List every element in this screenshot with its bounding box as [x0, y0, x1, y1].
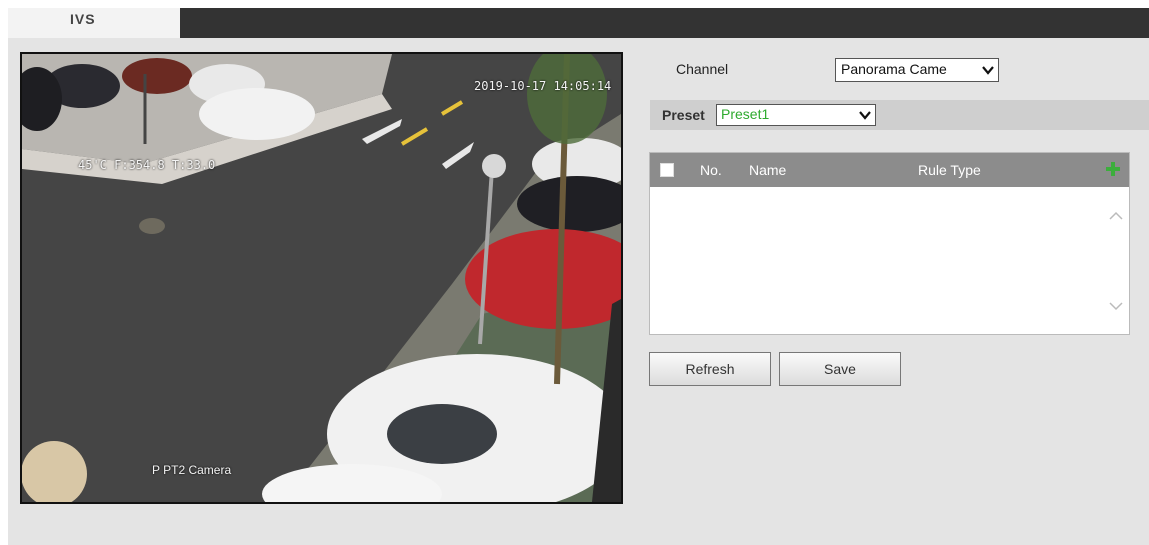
preset-select[interactable]: Preset1	[716, 104, 876, 126]
tab-bar: IVS	[8, 8, 1149, 38]
channel-value: Panorama Came	[841, 61, 947, 77]
column-rule-type: Rule Type	[918, 162, 981, 178]
channel-label: Channel	[676, 61, 729, 77]
chevron-down-icon	[982, 66, 994, 75]
add-icon[interactable]	[1105, 161, 1121, 177]
scroll-up-icon[interactable]	[1109, 211, 1123, 221]
rule-table: No. Name Rule Type	[649, 152, 1130, 335]
chevron-down-icon	[859, 111, 871, 120]
video-frame	[22, 54, 621, 502]
video-camera-name: P PT2 Camera	[152, 463, 232, 477]
scroll-down-icon[interactable]	[1109, 301, 1123, 311]
rule-table-header: No. Name Rule Type	[650, 153, 1129, 187]
video-preview[interactable]: 2019-10-17 14:05:14 45'C F:354.8 T:33.0 …	[20, 52, 623, 504]
video-ptz-readout: 45'C F:354.8 T:33.0	[78, 158, 216, 172]
video-timestamp: 2019-10-17 14:05:14	[474, 79, 612, 93]
save-button[interactable]: Save	[779, 352, 901, 386]
refresh-button[interactable]: Refresh	[649, 352, 771, 386]
column-no: No.	[700, 162, 722, 178]
select-all-checkbox[interactable]	[660, 163, 674, 177]
preset-value: Preset1	[721, 106, 770, 122]
tab-ivs[interactable]: IVS	[8, 8, 180, 38]
preset-label: Preset	[662, 107, 705, 123]
column-name: Name	[749, 162, 787, 178]
channel-select[interactable]: Panorama Came	[835, 58, 999, 82]
